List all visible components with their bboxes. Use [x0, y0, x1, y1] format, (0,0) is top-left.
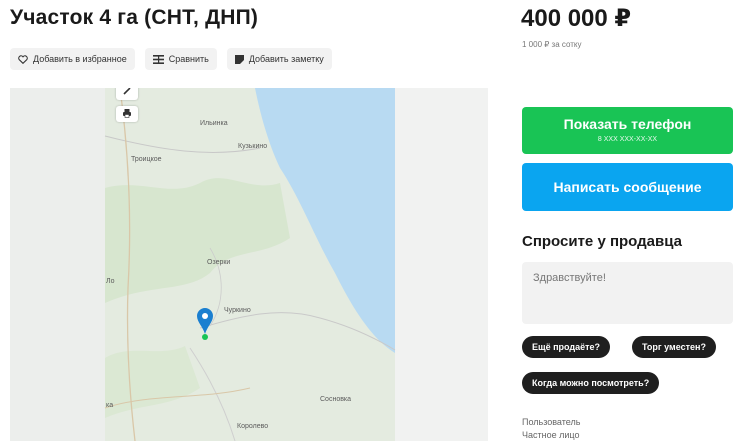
seller-name[interactable]: Пользователь	[522, 416, 580, 429]
map-canvas	[10, 88, 488, 441]
write-message-button[interactable]: Написать сообщение	[522, 163, 733, 211]
add-note-button[interactable]: Добавить заметку	[226, 48, 332, 70]
map-label: Кузькино	[238, 143, 268, 150]
seller-type: Частное лицо	[522, 430, 580, 440]
map-pin-icon[interactable]	[197, 308, 213, 345]
ask-seller-title: Спросите у продавца	[522, 233, 682, 250]
note-icon	[234, 54, 244, 64]
add-to-favorites-button[interactable]: Добавить в избранное	[10, 48, 135, 70]
quick-question-chip[interactable]: Торг уместен?	[632, 336, 716, 358]
map-label: Сосновка	[320, 396, 352, 403]
map-print-button[interactable]	[116, 106, 138, 122]
listing-actions: Добавить в избранное Сравнить Добавить з…	[10, 48, 332, 70]
map-label: Чуркино	[224, 307, 251, 314]
price-per-unit: 1 000 ₽ за сотку	[522, 40, 582, 49]
add-to-favorites-label: Добавить в избранное	[33, 54, 127, 64]
show-phone-button[interactable]: Показать телефон 8 XXX XXX-XX-XX	[522, 107, 733, 154]
printer-icon	[122, 105, 132, 123]
add-note-label: Добавить заметку	[248, 54, 324, 64]
compare-label: Сравнить	[168, 54, 209, 64]
compare-icon	[152, 54, 164, 64]
map-label: Озерки	[207, 259, 231, 266]
map-label: Королево	[237, 423, 269, 430]
ruler-icon	[122, 88, 132, 101]
map-label: ка	[106, 402, 114, 409]
show-phone-label: Показать телефон	[563, 116, 692, 132]
listing-price: 400 000 ₽	[521, 5, 632, 32]
heart-icon	[18, 54, 28, 64]
map-label: Ло	[106, 278, 115, 285]
compare-button[interactable]: Сравнить	[144, 48, 217, 70]
quick-question-chip[interactable]: Ещё продаёте?	[522, 336, 611, 358]
masked-phone-number: 8 XXX XXX-XX-XX	[597, 136, 658, 143]
ask-seller-message-text: Здравствуйте!	[533, 272, 606, 284]
quick-question-chip[interactable]: Когда можно посмотреть?	[522, 372, 660, 394]
map-ruler-button[interactable]	[116, 88, 138, 100]
listing-title: Участок 4 га (СНТ, ДНП)	[10, 6, 259, 29]
seller-info: Пользователь Частное лицо	[522, 416, 580, 442]
map-label: Ильинка	[200, 120, 228, 127]
map-label: Троицкое	[131, 156, 162, 163]
location-map[interactable]: Ильинка Троицкое Кузькино Озерки Чуркино…	[10, 88, 488, 441]
ask-seller-message-field[interactable]: Здравствуйте!	[522, 262, 733, 324]
